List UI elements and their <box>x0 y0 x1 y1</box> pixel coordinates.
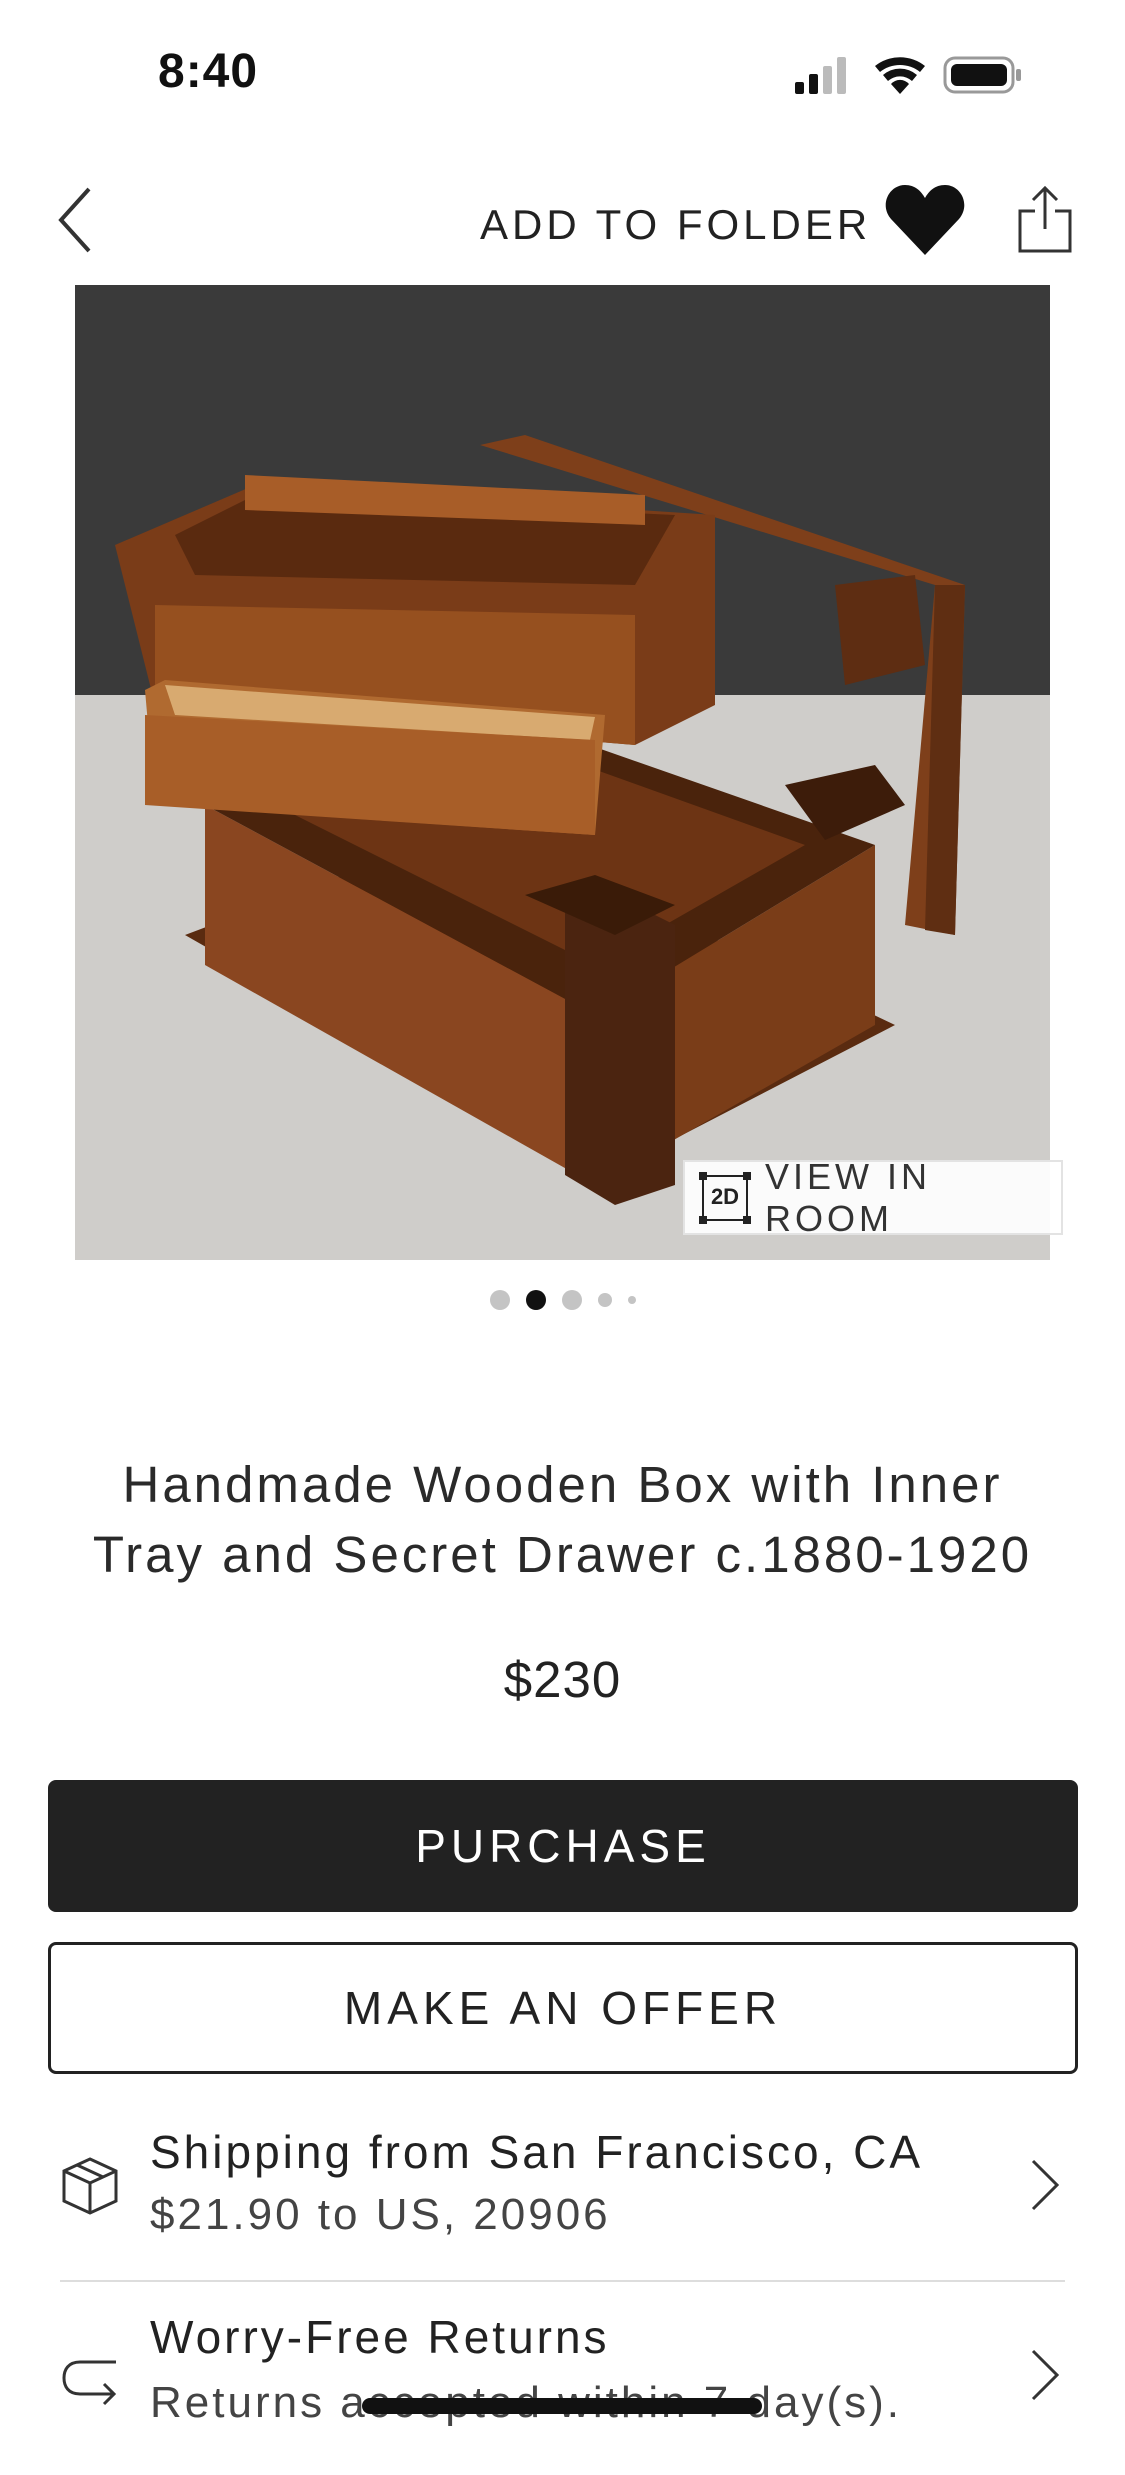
pagination-dot[interactable] <box>627 1296 636 1304</box>
view-in-room-label: VIEW IN ROOM <box>765 1155 932 1239</box>
share-button[interactable] <box>1005 175 1085 265</box>
divider <box>60 2280 1065 2282</box>
share-icon <box>1018 185 1072 253</box>
product-photo[interactable] <box>75 285 1050 1260</box>
pagination-dot[interactable] <box>561 1290 582 1310</box>
return-arrow-icon <box>62 2360 117 2406</box>
back-button[interactable] <box>40 175 110 265</box>
signal-icon <box>795 57 846 94</box>
heart-filled-icon <box>885 185 965 255</box>
purchase-button[interactable]: PURCHASE <box>48 1780 1078 1912</box>
product-title-line-2: Tray and Secret Drawer c.1880-1920 <box>92 1526 1033 1583</box>
shipping-detail: $21.90 to US, 20906 <box>150 2190 611 2239</box>
chevron-right-icon <box>1031 2349 1060 2401</box>
product-title-line-1: Handmade Wooden Box with Inner <box>122 1456 1003 1513</box>
chevron-left-icon <box>58 187 91 253</box>
shipping-title: Shipping from San Francisco, CA <box>150 2126 924 2178</box>
status-icons <box>795 56 1021 94</box>
product-price: $230 <box>503 1651 622 1708</box>
add-to-folder-button[interactable]: ADD TO FOLDER <box>480 195 871 255</box>
shipping-row[interactable]: Shipping from San Francisco, CA $21.90 t… <box>0 2105 1125 2290</box>
status-time: 8:40 <box>158 45 259 98</box>
make-offer-button[interactable]: MAKE AN OFFER <box>48 1942 1078 2074</box>
view-2d-icon: 2D <box>699 1171 751 1224</box>
pagination-dot[interactable] <box>489 1290 510 1310</box>
view-in-room-button[interactable]: 2D VIEW IN ROOM <box>683 1156 1063 1239</box>
home-indicator <box>362 2398 762 2414</box>
view-2d-badge-text: 2D <box>710 1183 740 1209</box>
returns-title: Worry-Free Returns <box>150 2311 610 2363</box>
wooden-box-illustration <box>75 285 1050 1260</box>
favorite-button[interactable] <box>880 175 970 265</box>
battery-icon <box>943 56 1021 94</box>
chevron-right-icon <box>1031 2159 1060 2211</box>
wifi-icon <box>875 57 925 94</box>
package-icon <box>62 2157 118 2215</box>
returns-row[interactable]: Worry-Free Returns Returns accepted with… <box>0 2290 1125 2475</box>
product-title: Handmade Wooden Box with Inner Tray and … <box>60 1450 1065 1590</box>
pagination-dot[interactable] <box>597 1293 612 1307</box>
gallery-pagination[interactable] <box>0 1285 1125 1315</box>
pagination-dot-active[interactable] <box>525 1290 546 1310</box>
